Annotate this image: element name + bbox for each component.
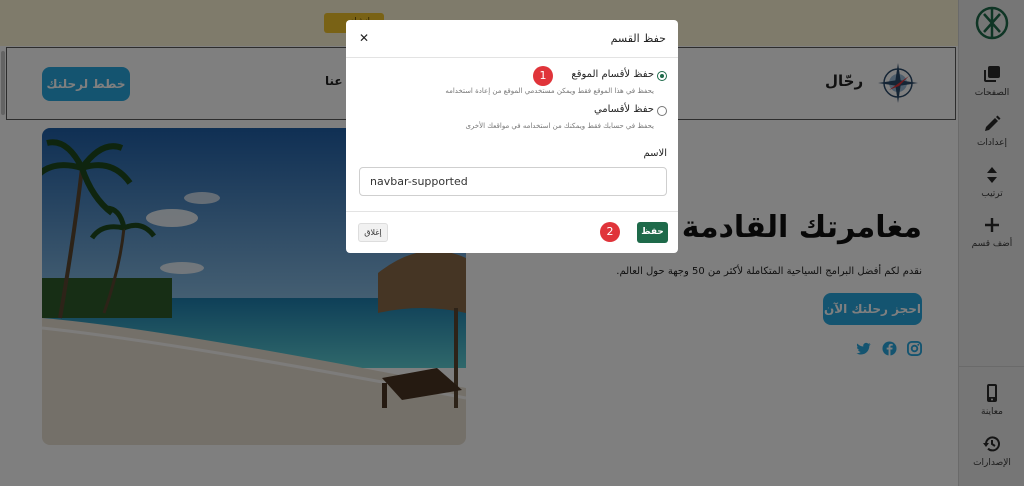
name-field-label: الاسم (643, 148, 667, 159)
annotation-badge-2: 2 (600, 222, 620, 242)
radio-my-sections[interactable] (657, 106, 667, 116)
option-my-sections-label[interactable]: حفظ لأقسامي (594, 104, 654, 115)
option-my-sections-help: يحفظ في حسابك فقط ويمكنك من استخدامه في … (465, 122, 654, 130)
dialog-header: حفظ القسم ✕ (346, 20, 678, 58)
save-section-dialog: حفظ القسم ✕ حفظ لأقسام الموقع يحفظ في هذ… (346, 20, 678, 253)
close-button[interactable]: إغلاق (358, 223, 388, 242)
option-site-sections-help: يحفظ في هذا الموقع فقط ويمكن مستخدمي الم… (445, 87, 654, 95)
save-button[interactable]: حفظ (637, 222, 668, 243)
dialog-title: حفظ القسم (610, 32, 666, 45)
option-site-sections-label[interactable]: حفظ لأقسام الموقع (571, 69, 654, 80)
close-icon[interactable]: ✕ (356, 30, 372, 46)
annotation-badge-1: 1 (533, 66, 553, 86)
radio-site-sections[interactable] (657, 71, 667, 81)
dialog-footer-divider (346, 211, 678, 212)
section-name-input[interactable] (359, 167, 667, 196)
